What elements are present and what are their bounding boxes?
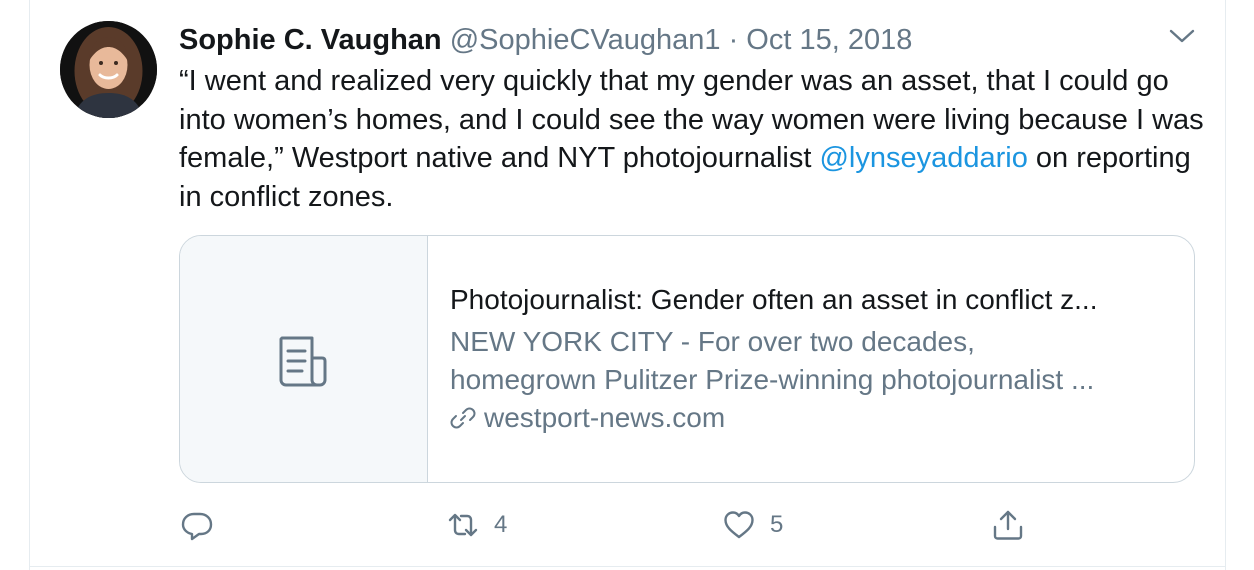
tweet-divider: [29, 566, 1226, 567]
display-name[interactable]: Sophie C. Vaughan: [179, 24, 442, 56]
card-description: NEW YORK CITY - For over two decades, ho…: [450, 323, 1170, 399]
card-description-line-1: NEW YORK CITY - For over two decades,: [450, 326, 975, 357]
card-description-line-2: homegrown Pulitzer Prize-winning photojo…: [450, 364, 1095, 395]
tweet-header: Sophie C. Vaughan @SophieCVaughan1 · Oct…: [179, 22, 912, 58]
retweet-button[interactable]: 4: [446, 507, 507, 543]
card-media: [180, 236, 428, 482]
separator-dot: ·: [728, 24, 739, 56]
link-card[interactable]: Photojournalist: Gender often an asset i…: [179, 235, 1195, 483]
avatar-image: [60, 21, 157, 118]
card-domain: westport-news.com: [450, 399, 1170, 437]
retweet-icon: [448, 513, 478, 537]
mention-link[interactable]: @lynseyaddario: [819, 142, 1027, 174]
card-body: Photojournalist: Gender often an asset i…: [450, 282, 1170, 437]
chevron-down-icon[interactable]: [1168, 27, 1196, 45]
card-title: Photojournalist: Gender often an asset i…: [450, 284, 1098, 315]
share-button[interactable]: [991, 507, 1025, 543]
tweet-text: “I went and realized very quickly that m…: [179, 62, 1209, 216]
retweet-count: 4: [494, 511, 508, 538]
share-icon: [993, 510, 1023, 540]
user-handle[interactable]: @SophieCVaughan1: [450, 24, 721, 56]
tweet-date[interactable]: Oct 15, 2018: [746, 24, 912, 56]
reply-button[interactable]: [180, 507, 214, 543]
avatar[interactable]: [60, 21, 157, 118]
like-count: 5: [770, 511, 784, 538]
like-button[interactable]: 5: [722, 507, 783, 543]
link-icon: [450, 407, 476, 429]
heart-icon: [724, 511, 754, 539]
document-icon: [279, 336, 327, 387]
card-domain-text: westport-news.com: [484, 402, 726, 433]
reply-icon: [181, 512, 213, 541]
